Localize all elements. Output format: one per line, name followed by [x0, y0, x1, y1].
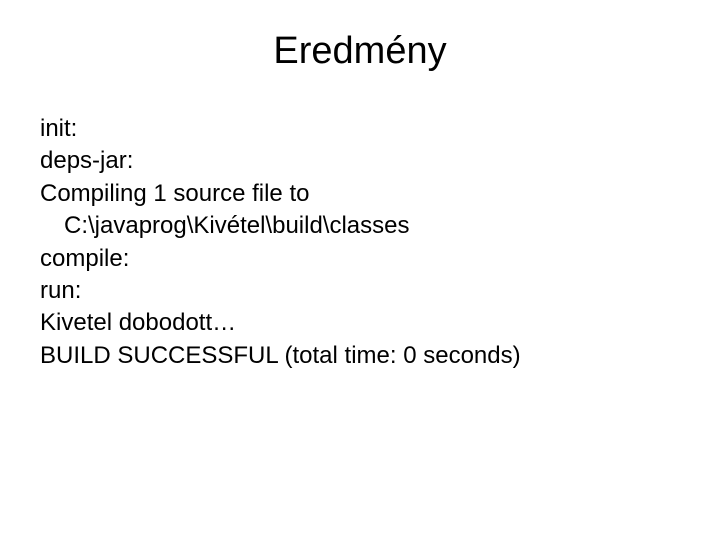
output-line: init: — [40, 113, 680, 145]
output-line-indented: C:\javaprog\Kivétel\build\classes — [40, 210, 680, 242]
output-line: Compiling 1 source file to — [40, 178, 680, 210]
output-line: compile: — [40, 243, 680, 275]
output-line: Kivetel dobodott… — [40, 307, 680, 339]
output-line: deps-jar: — [40, 145, 680, 177]
slide-container: Eredmény init: deps-jar: Compiling 1 sou… — [0, 0, 720, 540]
slide-body: init: deps-jar: Compiling 1 source file … — [40, 113, 680, 372]
output-line: run: — [40, 275, 680, 307]
slide-title: Eredmény — [40, 30, 680, 73]
output-line: BUILD SUCCESSFUL (total time: 0 seconds) — [40, 340, 680, 372]
